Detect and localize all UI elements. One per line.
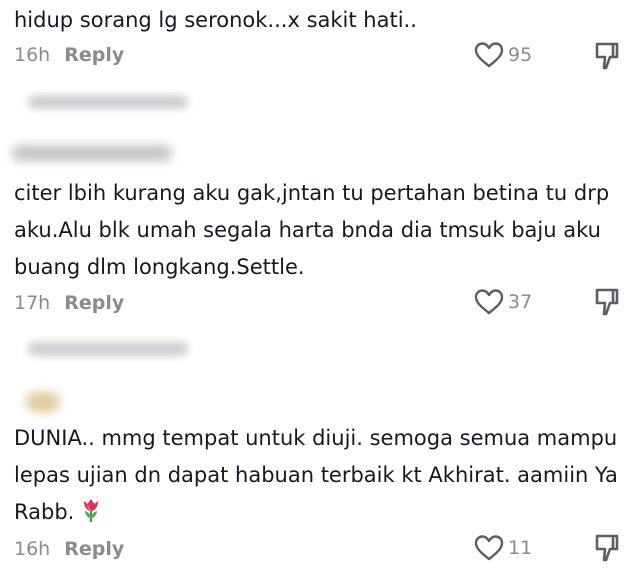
- username-blurred[interactable]: [26, 392, 60, 412]
- comment-text: DUNIA.. mmg tempat untuk diuji. semoga s…: [14, 420, 626, 531]
- like-button[interactable]: 37: [474, 288, 532, 316]
- like-count: 11: [508, 537, 533, 559]
- tulip-emoji-icon: [84, 499, 99, 522]
- comment-time: 17h: [14, 292, 51, 314]
- like-count: 95: [508, 44, 533, 66]
- comment-text-content: DUNIA.. mmg tempat untuk diuji. semoga s…: [14, 426, 618, 524]
- thumbs-down-icon: [595, 534, 619, 562]
- like-button[interactable]: 11: [474, 534, 532, 562]
- dislike-button[interactable]: [594, 533, 622, 567]
- comment-time: 16h: [14, 44, 51, 66]
- dislike-button[interactable]: [594, 287, 622, 321]
- username-blurred[interactable]: [12, 145, 172, 161]
- comment-meta: 17h Reply: [14, 292, 124, 314]
- comment-time: 16h: [14, 538, 51, 560]
- reply-button[interactable]: Reply: [64, 538, 124, 560]
- thumbs-down-icon: [595, 42, 619, 70]
- thumbs-down-icon: [595, 288, 619, 316]
- heart-icon: [474, 289, 504, 315]
- comment-text: hidup sorang lg seronok...x sakit hati..: [14, 8, 417, 32]
- view-replies-blurred[interactable]: [28, 95, 188, 109]
- heart-icon: [474, 535, 504, 561]
- like-count: 37: [508, 291, 533, 313]
- heart-icon: [474, 42, 504, 68]
- comment-text: citer lbih kurang aku gak,jntan tu perta…: [14, 181, 610, 279]
- reply-button[interactable]: Reply: [64, 292, 124, 314]
- reply-button[interactable]: Reply: [64, 44, 124, 66]
- dislike-button[interactable]: [594, 41, 622, 75]
- view-replies-blurred[interactable]: [28, 342, 188, 356]
- comment-meta: 16h Reply: [14, 538, 124, 560]
- like-button[interactable]: 95: [474, 41, 532, 69]
- comment-meta: 16h Reply: [14, 44, 124, 66]
